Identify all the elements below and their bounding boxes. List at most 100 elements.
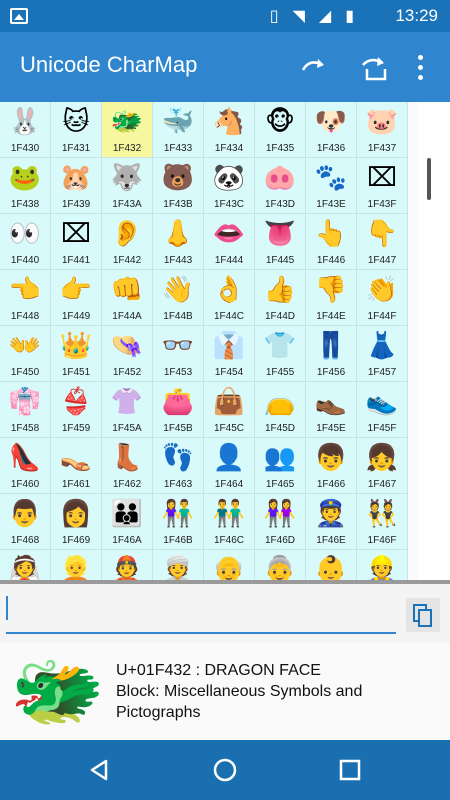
code-point-name: U+01F432 : DRAGON FACE: [116, 662, 321, 679]
char-cell[interactable]: 👕 1F455: [255, 326, 306, 382]
char-cell[interactable]: 👨 1F468: [0, 494, 51, 550]
char-cell[interactable]: 👩 1F469: [51, 494, 102, 550]
char-cell[interactable]: 👱: [51, 550, 102, 580]
back-button[interactable]: [84, 754, 116, 786]
char-cell[interactable]: 👵: [255, 550, 306, 580]
char-cell[interactable]: 👢 1F462: [102, 438, 153, 494]
char-cell[interactable]: 👰: [0, 550, 51, 580]
char-cell[interactable]: 🐰 1F430: [0, 102, 51, 158]
char-cell[interactable]: 🐴 1F434: [204, 102, 255, 158]
char-cell[interactable]: 👎 1F44E: [306, 270, 357, 326]
char-cell[interactable]: 👙 1F459: [51, 382, 102, 438]
char-cell[interactable]: 👍 1F44D: [255, 270, 306, 326]
char-code: 1F46F: [367, 535, 397, 546]
char-cell[interactable]: 🐺 1F43A: [102, 158, 153, 214]
char-glyph: 👂: [110, 219, 144, 249]
char-cell[interactable]: 🐻 1F43B: [153, 158, 204, 214]
char-cell[interactable]: 👥 1F465: [255, 438, 306, 494]
char-code: 1F44F: [367, 311, 397, 322]
char-glyph: 👮: [314, 499, 348, 529]
redo-button[interactable]: [296, 50, 332, 86]
grid-cells: 🐰 1F430 🐱 1F431 🐲 1F432 🐳 1F433 🐴 1F434 🐵 1F435 🐶 1F4…: [0, 102, 410, 580]
scrollbar-thumb[interactable]: [427, 158, 431, 200]
char-cell[interactable]: 👫 1F46B: [153, 494, 204, 550]
char-cell[interactable]: 👮 1F46E: [306, 494, 357, 550]
char-cell[interactable]: 👖 1F456: [306, 326, 357, 382]
char-cell[interactable]: 👏 1F44F: [357, 270, 408, 326]
copy-button[interactable]: [406, 598, 440, 632]
char-cell[interactable]: 👀 1F440: [0, 214, 51, 270]
char-cell[interactable]: 👈 1F448: [0, 270, 51, 326]
char-cell[interactable]: 🐱 1F431: [51, 102, 102, 158]
recents-button[interactable]: [334, 754, 366, 786]
char-cell[interactable]: 🐳 1F433: [153, 102, 204, 158]
overflow-menu-button[interactable]: [408, 52, 432, 82]
char-glyph: 👀: [8, 219, 42, 249]
char-cell[interactable]: ⌧ 1F441: [51, 214, 102, 270]
char-cell[interactable]: 👗 1F457: [357, 326, 408, 382]
char-cell[interactable]: 👛 1F45B: [153, 382, 204, 438]
char-cell[interactable]: 👇 1F447: [357, 214, 408, 270]
char-cell[interactable]: 👪 1F46A: [102, 494, 153, 550]
char-cell[interactable]: 🐷 1F437: [357, 102, 408, 158]
char-cell[interactable]: 👡 1F461: [51, 438, 102, 494]
char-cell[interactable]: 👯 1F46F: [357, 494, 408, 550]
char-cell[interactable]: 👞 1F45E: [306, 382, 357, 438]
char-cell[interactable]: 🐹 1F439: [51, 158, 102, 214]
char-cell[interactable]: 👝 1F45D: [255, 382, 306, 438]
send-button[interactable]: [356, 50, 392, 86]
char-cell[interactable]: 👬 1F46C: [204, 494, 255, 550]
char-cell[interactable]: 👭 1F46D: [255, 494, 306, 550]
char-cell[interactable]: 👊 1F44A: [102, 270, 153, 326]
char-cell[interactable]: 👆 1F446: [306, 214, 357, 270]
char-glyph: 🐻: [161, 163, 195, 193]
char-cell[interactable]: 🐶 1F436: [306, 102, 357, 158]
char-cell[interactable]: 🐸 1F438: [0, 158, 51, 214]
char-glyph: 👈: [8, 275, 42, 305]
char-glyph: 👡: [59, 443, 93, 473]
char-cell[interactable]: 👅 1F445: [255, 214, 306, 270]
char-cell[interactable]: 👣 1F463: [153, 438, 204, 494]
char-glyph: 👴: [212, 555, 246, 580]
char-code: 1F434: [214, 143, 244, 154]
char-cell[interactable]: 👜 1F45C: [204, 382, 255, 438]
char-cell[interactable]: 👋 1F44B: [153, 270, 204, 326]
char-cell[interactable]: 👦 1F466: [306, 438, 357, 494]
char-glyph: 👋: [161, 275, 195, 305]
char-cell[interactable]: 👐 1F450: [0, 326, 51, 382]
char-cell[interactable]: 🐽 1F43D: [255, 158, 306, 214]
char-cell[interactable]: ⌧ 1F43F: [357, 158, 408, 214]
char-cell[interactable]: 👚 1F45A: [102, 382, 153, 438]
char-glyph: 🐷: [365, 107, 399, 137]
char-cell[interactable]: 👓 1F453: [153, 326, 204, 382]
char-glyph: 👙: [59, 387, 93, 417]
character-grid[interactable]: 🐰 1F430 🐱 1F431 🐲 1F432 🐳 1F433 🐴 1F434 🐵 1F435 🐶 1F4…: [0, 102, 450, 580]
char-cell[interactable]: 👷: [357, 550, 408, 580]
char-cell[interactable]: 👠 1F460: [0, 438, 51, 494]
char-cell[interactable]: 👴: [204, 550, 255, 580]
char-cell[interactable]: 👑 1F451: [51, 326, 102, 382]
char-cell[interactable]: 👄 1F444: [204, 214, 255, 270]
char-glyph: 👳: [161, 555, 195, 580]
char-cell[interactable]: 👤 1F464: [204, 438, 255, 494]
char-cell[interactable]: 🐵 1F435: [255, 102, 306, 158]
char-cell[interactable]: 👔 1F454: [204, 326, 255, 382]
char-cell[interactable]: 🐲 1F432: [102, 102, 153, 158]
char-code: 1F45A: [112, 423, 142, 434]
char-cell[interactable]: 👶: [306, 550, 357, 580]
text-input[interactable]: [6, 592, 396, 620]
char-cell[interactable]: 👌 1F44C: [204, 270, 255, 326]
char-cell[interactable]: 👧 1F467: [357, 438, 408, 494]
char-cell[interactable]: 🐾 1F43E: [306, 158, 357, 214]
char-cell[interactable]: 👘 1F458: [0, 382, 51, 438]
char-cell[interactable]: 👟 1F45F: [357, 382, 408, 438]
char-cell[interactable]: 👒 1F452: [102, 326, 153, 382]
char-cell[interactable]: 🐼 1F43C: [204, 158, 255, 214]
char-cell[interactable]: 👳: [153, 550, 204, 580]
char-cell[interactable]: 👃 1F443: [153, 214, 204, 270]
char-code: 1F43F: [367, 199, 397, 210]
char-cell[interactable]: 👲: [102, 550, 153, 580]
char-cell[interactable]: 👉 1F449: [51, 270, 102, 326]
char-cell[interactable]: 👂 1F442: [102, 214, 153, 270]
home-button[interactable]: [209, 754, 241, 786]
